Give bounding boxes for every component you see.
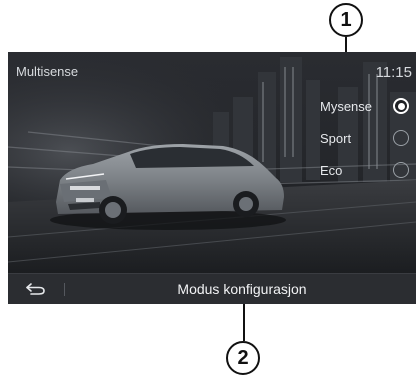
app-title: Multisense [16, 64, 79, 79]
callout-2-leader [243, 303, 245, 341]
mode-configuration-label: Modus konfigurasjon [177, 281, 307, 297]
multisense-screen: Multisense 11:15 Mysense Sport Eco Modus… [8, 52, 416, 304]
divider [64, 283, 65, 296]
bottom-bar: Modus konfigurasjon [8, 273, 416, 304]
mode-label: Sport [320, 130, 352, 146]
mode-list: Mysense Sport Eco [318, 90, 416, 186]
callout-1: 1 [329, 3, 363, 37]
callout-2: 2 [226, 341, 260, 375]
mode-label: Mysense [320, 98, 373, 114]
mode-option-mysense[interactable]: Mysense [318, 90, 416, 122]
mode-label: Eco [320, 162, 343, 178]
back-arrow-icon [26, 283, 45, 295]
clock: 11:15 [375, 64, 412, 81]
mode-configuration-button[interactable]: Modus konfigurasjon [68, 274, 416, 304]
radio-unselected-icon[interactable] [393, 130, 409, 146]
radio-unselected-icon[interactable] [393, 162, 409, 178]
mode-option-eco[interactable]: Eco [318, 154, 416, 186]
back-button[interactable] [8, 274, 64, 304]
radio-selected-icon[interactable] [393, 98, 409, 114]
mode-option-sport[interactable]: Sport [318, 122, 416, 154]
